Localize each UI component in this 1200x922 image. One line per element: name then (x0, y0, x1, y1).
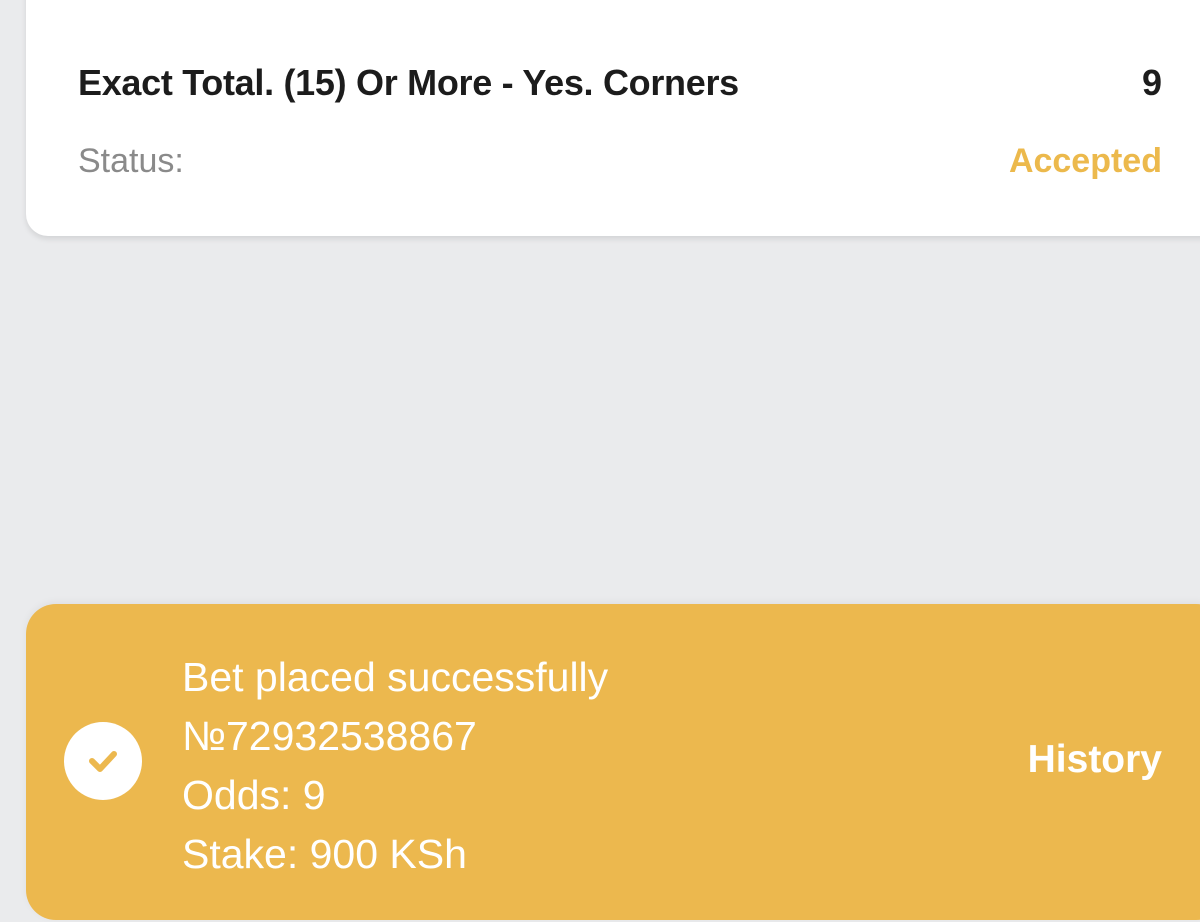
page: Exact Total. (15) Or More - Yes. Corners… (0, 0, 1200, 922)
bet-number: №72932538867 (182, 713, 477, 759)
toast-title: Bet placed successfully (182, 654, 609, 700)
status-label: Status: (78, 142, 184, 180)
bet-success-toast: Bet placed successfully №72932538867 Odd… (26, 604, 1200, 920)
history-button[interactable]: History (1028, 738, 1162, 782)
checkmark-icon (89, 751, 117, 772)
toast-odds: Odds: 9 (182, 772, 326, 818)
toast-message: Bet placed successfully №72932538867 Odd… (182, 648, 608, 884)
check-circle-icon (64, 722, 142, 800)
toast-stake: Stake: 900 KSh (182, 831, 467, 877)
status-row: Status: Accepted (78, 142, 1162, 181)
odds-value: 9 (1141, 62, 1162, 103)
bet-card: Exact Total. (15) Or More - Yes. Corners… (26, 0, 1200, 236)
market-name: Exact Total. (15) Or More - Yes. Corners (78, 62, 739, 103)
status-badge: Accepted (1008, 142, 1162, 180)
market-row: Exact Total. (15) Or More - Yes. Corners… (78, 62, 1162, 104)
